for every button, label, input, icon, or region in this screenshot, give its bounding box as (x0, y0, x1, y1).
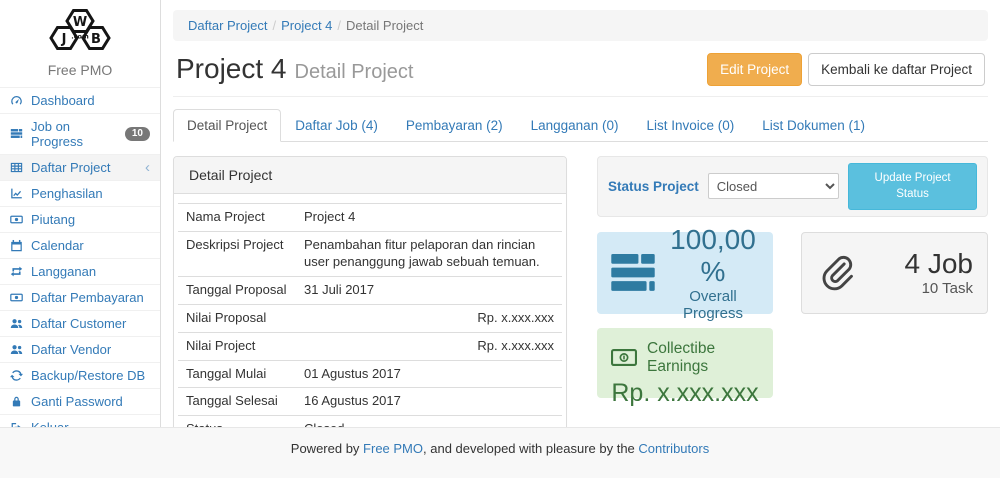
breadcrumb-link[interactable]: Project 4 (281, 18, 332, 33)
svg-text:B: B (91, 32, 101, 47)
brand: J W B .com Free PMO (0, 0, 160, 87)
detail-row: Tanggal Proposal31 Juli 2017 (178, 276, 562, 304)
content-header: Project 4Detail Project Edit Project Kem… (176, 53, 985, 86)
status-project-label: Status Project (608, 179, 699, 194)
refresh-icon (10, 369, 24, 383)
back-to-list-button[interactable]: Kembali ke daftar Project (808, 53, 985, 86)
table-icon (10, 161, 24, 175)
money-icon (10, 291, 24, 305)
breadcrumb-link[interactable]: Daftar Project (188, 18, 267, 33)
detail-row: Tanggal Selesai16 Agustus 2017 (178, 388, 562, 416)
tab-pembayaran-2-[interactable]: Pembayaran (2) (392, 109, 517, 142)
earnings-title: Collectibe Earnings (647, 340, 759, 376)
progress-caption: Overall Progress (667, 288, 759, 322)
exchange-icon (10, 265, 24, 279)
chart-line-icon (10, 187, 24, 201)
sidebar-item-backup-restore-db[interactable]: Backup/Restore DB (0, 363, 160, 389)
main-content: Daftar Project/Project 4/Detail Project … (161, 0, 1000, 427)
progress-value: 100,00 % (667, 224, 759, 288)
sidebar-item-piutang[interactable]: Piutang (0, 207, 160, 233)
tab-daftar-job-4-[interactable]: Daftar Job (4) (281, 109, 392, 142)
lock-icon (10, 395, 24, 409)
contributors-link[interactable]: Contributors (638, 441, 709, 456)
header-buttons: Edit Project Kembali ke daftar Project (707, 53, 985, 86)
tab-detail-project[interactable]: Detail Project (173, 109, 281, 142)
footer: Powered by Free PMO, and developed with … (0, 427, 1000, 478)
sidebar: J W B .com Free PMO DashboardJob on Prog… (0, 0, 161, 427)
chevron-left-icon: ‹ (145, 163, 150, 173)
sidebar-item-dashboard[interactable]: Dashboard (0, 88, 160, 114)
stats-grid: 100,00 % Overall Progress 4 Job 10 Task (597, 232, 988, 398)
dashboard-icon (10, 94, 24, 108)
svg-text:W: W (73, 15, 87, 30)
calendar-icon (10, 239, 24, 253)
count-badge: 10 (125, 127, 150, 141)
users-icon (10, 343, 24, 357)
detail-row: Nama ProjectProject 4 (178, 204, 562, 232)
paperclip-icon (816, 253, 856, 293)
tab-list-invoice-0-[interactable]: List Invoice (0) (632, 109, 748, 142)
page-title: Project 4Detail Project (176, 54, 413, 85)
users-icon (10, 317, 24, 331)
detail-row: Deskripsi ProjectPenambahan fitur pelapo… (178, 232, 562, 277)
tab-list-dokumen-1-[interactable]: List Dokumen (1) (748, 109, 879, 142)
sidebar-item-daftar-project[interactable]: Daftar Project‹ (0, 155, 160, 181)
edit-project-button[interactable]: Edit Project (707, 53, 802, 86)
panel-title: Detail Project (174, 157, 566, 194)
sidebar-item-penghasilan[interactable]: Penghasilan (0, 181, 160, 207)
breadcrumb: Daftar Project/Project 4/Detail Project (173, 10, 988, 41)
money-icon (10, 213, 24, 227)
job-count: 4 Job (905, 248, 974, 280)
brand-name: Free PMO (0, 62, 160, 78)
task-count: 10 Task (905, 280, 974, 297)
update-status-button[interactable]: Update Project Status (848, 163, 977, 210)
svg-text:.com: .com (71, 33, 89, 41)
collectible-earnings-box: Collectibe Earnings Rp. x.xxx.xxx (597, 328, 773, 398)
tab-bar: Detail ProjectDaftar Job (4)Pembayaran (… (173, 109, 988, 142)
header-divider (173, 96, 988, 97)
sidebar-item-daftar-vendor[interactable]: Daftar Vendor (0, 337, 160, 363)
overall-progress-box: 100,00 % Overall Progress (597, 232, 773, 314)
app: J W B .com Free PMO DashboardJob on Prog… (0, 0, 1000, 478)
breadcrumb-current: Detail Project (346, 18, 423, 33)
money-icon (611, 349, 637, 366)
sidebar-item-job-on-progress[interactable]: Job on Progress10 (0, 114, 160, 155)
status-project-bar: Status Project Closed Update Project Sta… (597, 156, 988, 217)
detail-row: Nilai ProposalRp. x.xxx.xxx (178, 304, 562, 332)
sidebar-item-ganti-password[interactable]: Ganti Password (0, 389, 160, 415)
svg-text:J: J (61, 32, 67, 47)
sidebar-item-calendar[interactable]: Calendar (0, 233, 160, 259)
tab-langganan-0-[interactable]: Langganan (0) (517, 109, 633, 142)
body-row: J W B .com Free PMO DashboardJob on Prog… (0, 0, 1000, 427)
sidebar-item-langganan[interactable]: Langganan (0, 259, 160, 285)
free-pmo-link[interactable]: Free PMO (363, 441, 423, 456)
jwb-logo-icon: J W B .com (42, 7, 118, 57)
earnings-value: Rp. x.xxx.xxx (611, 379, 759, 408)
page-subtitle: Detail Project (295, 61, 414, 83)
sidebar-nav: DashboardJob on Progress10Daftar Project… (0, 87, 160, 441)
job-task-box: 4 Job 10 Task (801, 232, 988, 314)
status-select[interactable]: Closed (708, 173, 839, 199)
detail-row: Tanggal Mulai01 Agustus 2017 (178, 360, 562, 388)
tasks-icon (10, 127, 24, 141)
tasks-icon (611, 254, 655, 292)
sidebar-item-daftar-pembayaran[interactable]: Daftar Pembayaran (0, 285, 160, 311)
detail-row: Nilai ProjectRp. x.xxx.xxx (178, 332, 562, 360)
sidebar-item-daftar-customer[interactable]: Daftar Customer (0, 311, 160, 337)
